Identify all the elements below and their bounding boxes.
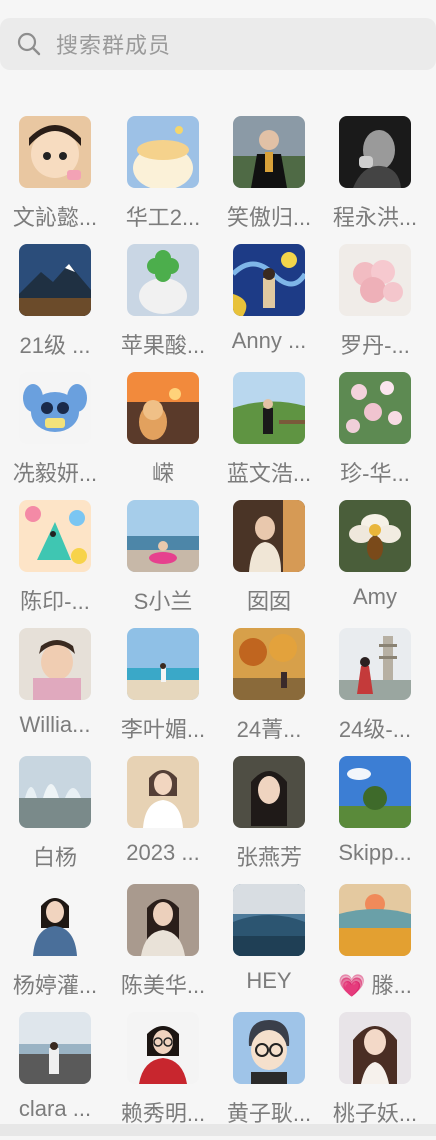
member-name: Amy — [353, 584, 397, 609]
member-item[interactable]: Skipp... — [322, 756, 428, 884]
member-name: 陈美华... — [120, 973, 206, 998]
member-item[interactable]: 囡囡 — [216, 500, 322, 628]
avatar — [233, 884, 305, 956]
member-item[interactable]: 嵘 — [110, 372, 216, 500]
member-name: 24菁... — [236, 717, 302, 742]
search-placeholder: 搜索群成员 — [56, 33, 172, 58]
avatar — [233, 116, 305, 188]
member-item[interactable]: Willia... — [2, 628, 108, 756]
member-name: Skipp... — [338, 840, 412, 865]
avatar — [339, 1012, 411, 1084]
search-icon — [17, 32, 41, 56]
member-name: 李叶媚... — [120, 717, 206, 742]
avatar — [233, 628, 305, 700]
member-item[interactable]: 2023 ... — [110, 756, 216, 884]
avatar — [127, 756, 199, 828]
member-name: 珍-华... — [340, 461, 410, 486]
member-item[interactable]: 杨婷灌... — [2, 884, 108, 1012]
member-name: 21级 ... — [19, 333, 91, 358]
member-name: 罗丹-... — [340, 333, 410, 358]
member-name: clara ... — [18, 1096, 92, 1121]
member-item[interactable]: 陈美华... — [110, 884, 216, 1012]
member-item[interactable]: 21级 ... — [2, 244, 108, 372]
member-item[interactable]: 冼毅妍... — [2, 372, 108, 500]
member-item[interactable]: 苹果酸... — [110, 244, 216, 372]
avatar — [19, 884, 91, 956]
avatar — [339, 756, 411, 828]
member-name: 💗 滕... — [338, 973, 412, 998]
member-name: 华工2... — [125, 205, 201, 230]
avatar — [127, 244, 199, 316]
avatar — [339, 244, 411, 316]
avatar — [19, 244, 91, 316]
avatar — [233, 372, 305, 444]
member-name: 24级-... — [338, 717, 412, 742]
member-item[interactable]: 赖秀明... — [110, 1012, 216, 1140]
member-item[interactable]: 桃子妖... — [322, 1012, 428, 1140]
avatar — [127, 116, 199, 188]
avatar — [339, 628, 411, 700]
member-name: HEY — [246, 968, 292, 993]
member-name: 冼毅妍... — [12, 461, 98, 486]
avatar — [233, 500, 305, 572]
avatar — [339, 372, 411, 444]
avatar — [19, 756, 91, 828]
search-bar[interactable]: 搜索群成员 — [0, 18, 436, 70]
member-item[interactable]: Anny ... — [216, 244, 322, 372]
avatar — [339, 500, 411, 572]
member-item[interactable]: 💗 滕... — [322, 884, 428, 1012]
member-name: 杨婷灌... — [12, 973, 98, 998]
avatar — [19, 500, 91, 572]
member-item[interactable]: 24级-... — [322, 628, 428, 756]
member-item[interactable]: Amy — [322, 500, 428, 628]
avatar — [233, 1012, 305, 1084]
member-name: 苹果酸... — [120, 333, 206, 358]
member-name: 陈印-... — [20, 589, 90, 614]
member-item[interactable]: 罗丹-... — [322, 244, 428, 372]
member-name: 张燕芳 — [235, 845, 302, 870]
avatar — [339, 884, 411, 956]
avatar — [19, 372, 91, 444]
member-item[interactable]: 24菁... — [216, 628, 322, 756]
member-name: 嵘 — [151, 461, 174, 486]
member-name: 文訫懿... — [12, 205, 98, 230]
avatar — [233, 756, 305, 828]
member-item[interactable]: 张燕芳 — [216, 756, 322, 884]
bottom-edge — [0, 1124, 436, 1136]
member-name: 笑傲归... — [226, 205, 312, 230]
member-name: 2023 ... — [126, 840, 200, 865]
member-name: 白杨 — [32, 845, 77, 870]
avatar — [127, 500, 199, 572]
member-name: 程永洪... — [332, 205, 418, 230]
avatar — [127, 1012, 199, 1084]
member-name: 囡囡 — [246, 589, 291, 614]
member-item[interactable]: S小兰 — [110, 500, 216, 628]
member-item[interactable]: 李叶媚... — [110, 628, 216, 756]
avatar — [127, 628, 199, 700]
avatar — [127, 884, 199, 956]
member-item[interactable]: 陈印-... — [2, 500, 108, 628]
member-name: Anny ... — [231, 328, 307, 353]
member-item[interactable]: clara ... — [2, 1012, 108, 1140]
avatar — [339, 116, 411, 188]
member-item[interactable]: 黄子耿... — [216, 1012, 322, 1140]
member-item[interactable]: 文訫懿... — [2, 116, 108, 244]
member-item[interactable]: HEY — [216, 884, 322, 1012]
avatar — [19, 628, 91, 700]
member-item[interactable]: 程永洪... — [322, 116, 428, 244]
member-item[interactable]: 笑傲归... — [216, 116, 322, 244]
member-name: Willia... — [19, 712, 91, 737]
avatar — [19, 116, 91, 188]
member-item[interactable]: 华工2... — [110, 116, 216, 244]
member-item[interactable]: 白杨 — [2, 756, 108, 884]
member-name: 蓝文浩... — [226, 461, 312, 486]
avatar — [233, 244, 305, 316]
member-item[interactable]: 蓝文浩... — [216, 372, 322, 500]
avatar — [127, 372, 199, 444]
avatar — [19, 1012, 91, 1084]
member-name: S小兰 — [133, 589, 193, 614]
member-item[interactable]: 珍-华... — [322, 372, 428, 500]
